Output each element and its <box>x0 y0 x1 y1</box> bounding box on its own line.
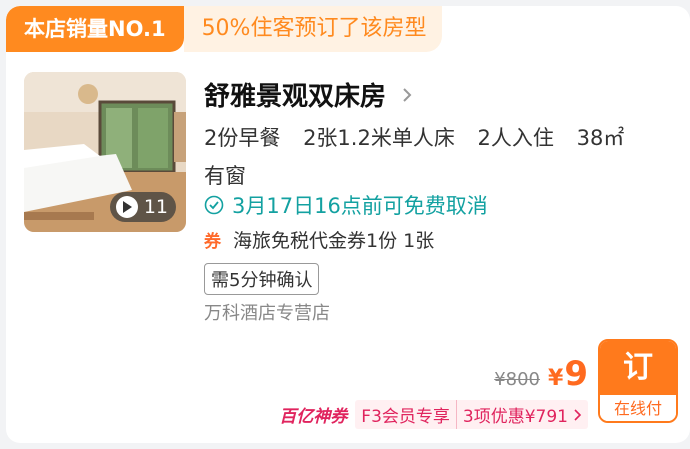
free-cancel-policy: 3月17日16点前可免费取消 <box>204 190 488 220</box>
spec-window: 有窗 <box>204 164 246 188</box>
member-offer: F3会员专享 <box>355 400 457 429</box>
play-icon <box>115 196 138 218</box>
promo-row[interactable]: 百亿神券 F3会员专享 3项优惠¥791 <box>279 400 588 429</box>
original-price: ¥800 <box>494 369 541 390</box>
price-area: ¥800 ¥9 <box>494 354 588 394</box>
chevron-right-icon <box>574 408 582 421</box>
rank-tag: 本店销量NO.1 <box>6 6 184 52</box>
check-circle-icon <box>204 195 224 215</box>
spec-breakfast: 2份早餐 <box>204 126 281 150</box>
sales-banner: 本店销量NO.1 50%住客预订了该房型 <box>6 6 443 52</box>
book-label: 订 <box>600 341 676 395</box>
free-cancel-text: 3月17日16点前可免费取消 <box>232 194 488 218</box>
coupon-row: 券 海旅免税代金券1份 1张 <box>204 226 434 253</box>
spec-beds: 2张1.2米单人床 <box>303 126 455 150</box>
room-title-link[interactable]: 舒雅景观双床房 <box>204 76 412 113</box>
shop-name[interactable]: 万科酒店专营店 <box>204 299 330 325</box>
booking-ratio-note: 50%住客预订了该房型 <box>183 6 443 52</box>
room-card[interactable]: 本店销量NO.1 50%住客预订了该房型 11 舒雅景观双床房 2份早餐 2张1… <box>6 6 690 443</box>
chevron-right-icon <box>403 87 412 102</box>
current-price: ¥9 <box>548 354 588 394</box>
book-button[interactable]: 订 在线付 <box>598 339 678 423</box>
room-photo[interactable]: 11 <box>24 72 186 232</box>
coupon-text: 海旅免税代金券1份 1张 <box>233 230 435 252</box>
spec-area: 38㎡ <box>576 126 625 150</box>
video-count: 11 <box>143 196 168 218</box>
deals-offer[interactable]: 3项优惠¥791 <box>456 400 588 429</box>
spec-occupancy: 2人入住 <box>477 126 554 150</box>
room-title: 舒雅景观双床房 <box>204 82 387 112</box>
promo-brand: 百亿神券 <box>279 407 348 427</box>
video-badge[interactable]: 11 <box>109 192 176 222</box>
currency-symbol: ¥ <box>548 366 564 391</box>
deals-text: 3项优惠¥791 <box>462 407 568 427</box>
current-price-value: 9 <box>564 354 588 394</box>
confirm-time-tag: 需5分钟确认 <box>204 263 320 295</box>
coupon-icon: 券 <box>204 232 221 252</box>
room-specs: 2份早餐 2张1.2米单人床 2人入住 38㎡ <box>204 122 640 152</box>
pay-online-label: 在线付 <box>600 395 676 421</box>
